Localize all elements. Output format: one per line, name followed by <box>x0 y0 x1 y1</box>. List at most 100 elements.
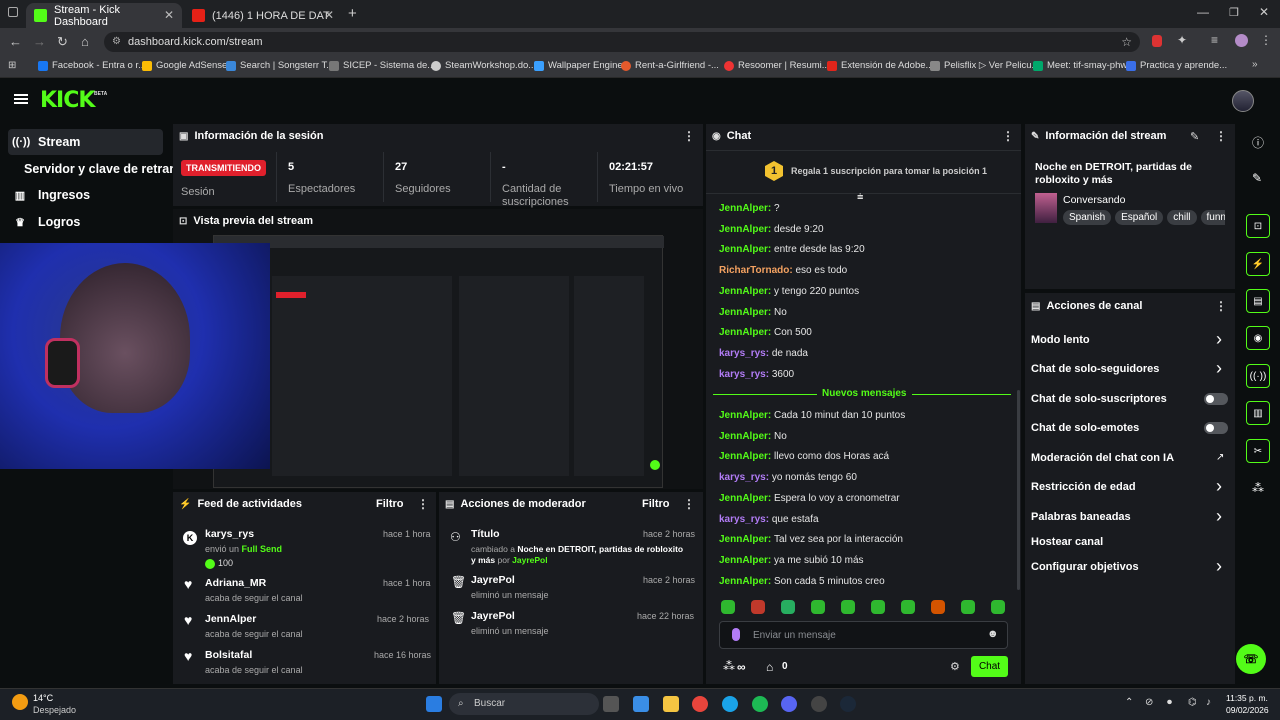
rail-lightning-icon[interactable]: ⚡ <box>1246 252 1270 276</box>
file-explorer-icon[interactable] <box>663 696 679 712</box>
rail-chat-icon[interactable]: ◉ <box>1246 326 1270 350</box>
rail-wrench-icon[interactable]: ✂ <box>1246 439 1270 463</box>
feed-user[interactable]: Adriana_MR <box>205 577 303 589</box>
extension-icon[interactable] <box>1152 35 1162 47</box>
microphone-tray-icon[interactable]: ⏺ <box>1167 697 1172 708</box>
stream-preview-video[interactable] <box>213 235 664 488</box>
url-input[interactable]: ⚙ dashboard.kick.com/stream ☆ <box>104 32 1140 52</box>
sidebar-item-logros[interactable]: ♛ Logros <box>8 209 163 235</box>
weather-icon[interactable] <box>12 694 28 710</box>
sidebar-item-ingresos[interactable]: ▥ Ingresos <box>8 182 163 208</box>
edge-icon[interactable] <box>722 696 738 712</box>
bookmark-item[interactable]: Meet: tif-smay-phw <box>1033 60 1127 71</box>
chat-username[interactable]: JennAlper <box>719 431 768 442</box>
bookmark-item[interactable]: Google AdSense <box>142 60 227 71</box>
browser-tab-kick[interactable]: Stream - Kick Dashboard ✕ <box>26 3 182 28</box>
bookmark-item[interactable]: Practica y aprende... <box>1126 60 1227 71</box>
toggle-switch[interactable] <box>1204 422 1228 434</box>
bookmark-item[interactable]: SteamWorkshop.do... <box>431 60 536 71</box>
chat-username[interactable]: JennAlper <box>719 307 768 318</box>
rail-target-icon[interactable]: ⊡ <box>1246 214 1270 238</box>
chat-username[interactable]: RicharTornado <box>719 265 789 276</box>
channel-action-item[interactable]: Moderación del chat con IA <box>1031 452 1174 464</box>
chat-username[interactable]: JennAlper <box>719 451 768 462</box>
chat-username[interactable]: JennAlper <box>719 555 768 566</box>
bookmark-item[interactable]: Search | Songsterr T... <box>226 60 334 71</box>
chevron-right-icon[interactable]: › <box>1216 507 1222 525</box>
steam-icon[interactable] <box>840 696 856 712</box>
chevron-right-icon[interactable]: › <box>1216 330 1222 348</box>
channel-action-item[interactable]: Configurar objetivos <box>1031 561 1139 573</box>
chevron-right-icon[interactable]: › <box>1216 557 1222 575</box>
chat-username[interactable]: JennAlper <box>719 224 768 235</box>
channel-action-item[interactable]: Hostear canal <box>1031 536 1103 548</box>
stream-info-menu-icon[interactable]: ⋮ <box>1215 129 1227 143</box>
user-avatar[interactable] <box>1232 90 1254 112</box>
channel-action-item[interactable]: Restricción de edad <box>1031 481 1136 493</box>
forward-icon[interactable]: → <box>33 34 46 49</box>
emote-icon[interactable] <box>811 600 825 614</box>
chat-username[interactable]: JennAlper <box>719 203 768 214</box>
tray-icon[interactable]: ⊘ <box>1145 697 1153 708</box>
edit-icon[interactable]: ✎ <box>1190 130 1199 143</box>
chat-username[interactable]: JennAlper <box>719 244 768 255</box>
emote-icon[interactable] <box>961 600 975 614</box>
feed-menu-icon[interactable]: ⋮ <box>417 497 429 511</box>
network-icon[interactable]: ⌬ <box>1188 697 1197 708</box>
hamburger-menu-icon[interactable] <box>14 94 28 104</box>
feed-user[interactable]: karys_rys <box>205 528 282 540</box>
feed-user[interactable]: JennAlper <box>205 613 303 625</box>
chevron-right-icon[interactable]: › <box>1216 477 1222 495</box>
bookmark-item[interactable]: Rent-a-Girlfriend -... <box>621 60 719 71</box>
emote-icon[interactable] <box>931 600 945 614</box>
bookmark-item[interactable]: Resoomer | Resumi... <box>724 60 830 71</box>
site-info-icon[interactable]: ⚙ <box>112 32 121 52</box>
chat-username[interactable]: karys_rys <box>719 472 766 483</box>
bookmark-star-icon[interactable]: ☆ <box>1121 32 1132 52</box>
rail-layout-icon[interactable]: ▥ <box>1246 401 1270 425</box>
category-thumbnail[interactable] <box>1035 193 1057 223</box>
chat-username[interactable]: JennAlper <box>719 576 768 587</box>
discord-icon[interactable] <box>781 696 797 712</box>
chat-settings-icon[interactable]: ⚙ <box>950 660 960 673</box>
close-tab-icon[interactable]: ✕ <box>324 8 334 22</box>
browser-menu-icon[interactable]: ⋮ <box>1260 33 1272 47</box>
chrome-icon[interactable] <box>692 696 708 712</box>
channel-action-item[interactable]: Chat de solo-suscriptores <box>1031 393 1167 405</box>
chat-username[interactable]: karys_rys <box>719 348 766 359</box>
chat-username[interactable]: JennAlper <box>719 534 768 545</box>
sidebar-item-stream[interactable]: ((·)) Stream <box>8 129 163 155</box>
channel-actions-menu-icon[interactable]: ⋮ <box>1215 299 1227 313</box>
volume-icon[interactable]: ♪ <box>1206 697 1211 708</box>
chat-username[interactable]: JennAlper <box>719 327 768 338</box>
support-button[interactable]: ☏ <box>1236 644 1266 674</box>
emote-icon[interactable] <box>871 600 885 614</box>
mod-user[interactable]: JayrePol <box>471 610 549 622</box>
tray-chevron-icon[interactable]: ⌃ <box>1125 697 1133 708</box>
chat-username[interactable]: JennAlper <box>719 493 768 504</box>
taskbar-search[interactable]: ⌕ Buscar <box>449 693 599 715</box>
clock-time[interactable]: 11:35 p. m. <box>1226 693 1268 703</box>
collapse-icon[interactable]: ⩧ <box>857 191 863 204</box>
chevron-right-icon[interactable]: › <box>1216 359 1222 377</box>
emote-icon[interactable] <box>901 600 915 614</box>
close-tab-icon[interactable]: ✕ <box>164 8 174 22</box>
chat-scrollbar[interactable] <box>1017 390 1020 590</box>
bookmark-item[interactable]: Wallpaper Engine <box>534 60 623 71</box>
emote-icon[interactable] <box>841 600 855 614</box>
mod-user[interactable]: JayrePol <box>512 555 547 565</box>
info-icon[interactable]: ⓘ <box>1252 134 1264 151</box>
emote-icon[interactable] <box>721 600 735 614</box>
bookmark-item[interactable]: Extensión de Adobe... <box>827 60 933 71</box>
close-window-icon[interactable]: ✕ <box>1259 5 1269 19</box>
reload-icon[interactable]: ↻ <box>57 34 68 50</box>
extensions-puzzle-icon[interactable]: ✦ <box>1177 33 1187 47</box>
windows-start-icon[interactable] <box>426 696 442 712</box>
emote-icon[interactable] <box>991 600 1005 614</box>
mod-user[interactable]: JayrePol <box>471 574 549 586</box>
microphone-icon[interactable] <box>732 628 740 641</box>
new-tab-icon[interactable]: + <box>348 5 357 22</box>
profile-icon[interactable] <box>1235 34 1248 47</box>
bookmark-item[interactable]: Pelisflix ▷ Ver Pelicu... <box>930 60 1039 71</box>
minimize-icon[interactable]: — <box>1197 5 1209 19</box>
